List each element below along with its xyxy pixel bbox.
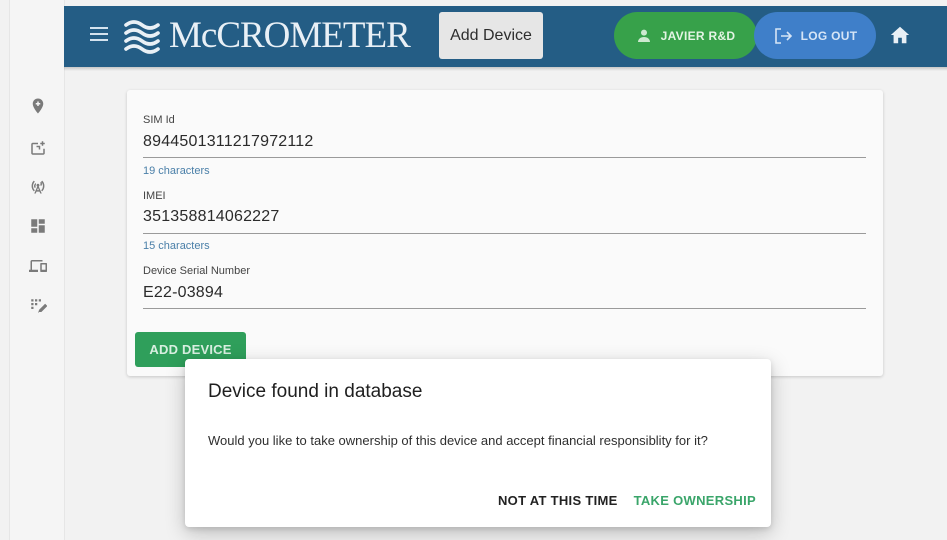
logout-label: LOG OUT — [800, 28, 858, 43]
header-shadow — [64, 67, 947, 71]
imei-underline — [143, 233, 866, 234]
grid-edit-icon — [31, 299, 47, 314]
imei-input[interactable]: 351358814062227 — [143, 208, 279, 226]
add-device-tab[interactable]: Add Device — [439, 12, 543, 59]
dashboard-icon — [31, 219, 45, 233]
sim-id-char-count: 19 characters — [143, 165, 210, 177]
sidebar-item-devices[interactable] — [10, 248, 66, 284]
ownership-dialog: Device found in database Would you like … — [185, 359, 771, 527]
devices-icon — [29, 260, 47, 272]
map-marker-icon — [32, 98, 44, 114]
device-add-icon — [31, 141, 45, 155]
sidebar-item-dashboard[interactable] — [10, 208, 66, 244]
sim-id-label: SIM Id — [143, 114, 175, 126]
sidebar-item-grid-edit[interactable] — [10, 288, 66, 324]
imei-label: IMEI — [143, 190, 166, 202]
sidebar-item-map[interactable] — [10, 88, 66, 124]
add-device-form-card: SIM Id 8944501311217972112 19 characters… — [127, 90, 883, 376]
user-account-button[interactable]: JAVIER R&D — [614, 12, 757, 59]
logout-icon — [774, 27, 792, 44]
serial-number-input[interactable]: E22-03894 — [143, 284, 223, 302]
dialog-actions: NOT AT THIS TIME TAKE OWNERSHIP — [498, 493, 756, 508]
not-at-this-time-button[interactable]: NOT AT THIS TIME — [498, 493, 618, 508]
home-icon[interactable] — [889, 24, 911, 46]
brand-name: McCROMETER — [169, 15, 411, 56]
user-name: JAVIER R&D — [660, 28, 736, 43]
dialog-message: Would you like to take ownership of this… — [208, 433, 708, 448]
sim-id-input[interactable]: 8944501311217972112 — [143, 133, 314, 151]
brand-logo: McCROMETER — [122, 15, 411, 56]
serial-number-label: Device Serial Number — [143, 265, 250, 277]
side-nav-rail — [9, 0, 65, 540]
app-header: McCROMETER Add Device JAVIER R&D LOG OUT — [64, 6, 947, 71]
person-icon — [637, 29, 650, 42]
take-ownership-button[interactable]: TAKE OWNERSHIP — [634, 493, 756, 508]
sidebar-item-add-device[interactable] — [10, 130, 66, 166]
antenna-icon — [31, 180, 45, 194]
logout-button[interactable]: LOG OUT — [754, 12, 876, 59]
imei-char-count: 15 characters — [143, 240, 210, 252]
sim-id-underline — [143, 157, 866, 158]
sidebar-item-antenna[interactable] — [10, 168, 66, 204]
waves-logo-icon — [124, 20, 160, 54]
serial-number-underline — [143, 308, 866, 309]
dialog-title: Device found in database — [208, 381, 423, 402]
hamburger-menu-icon[interactable] — [90, 27, 108, 45]
